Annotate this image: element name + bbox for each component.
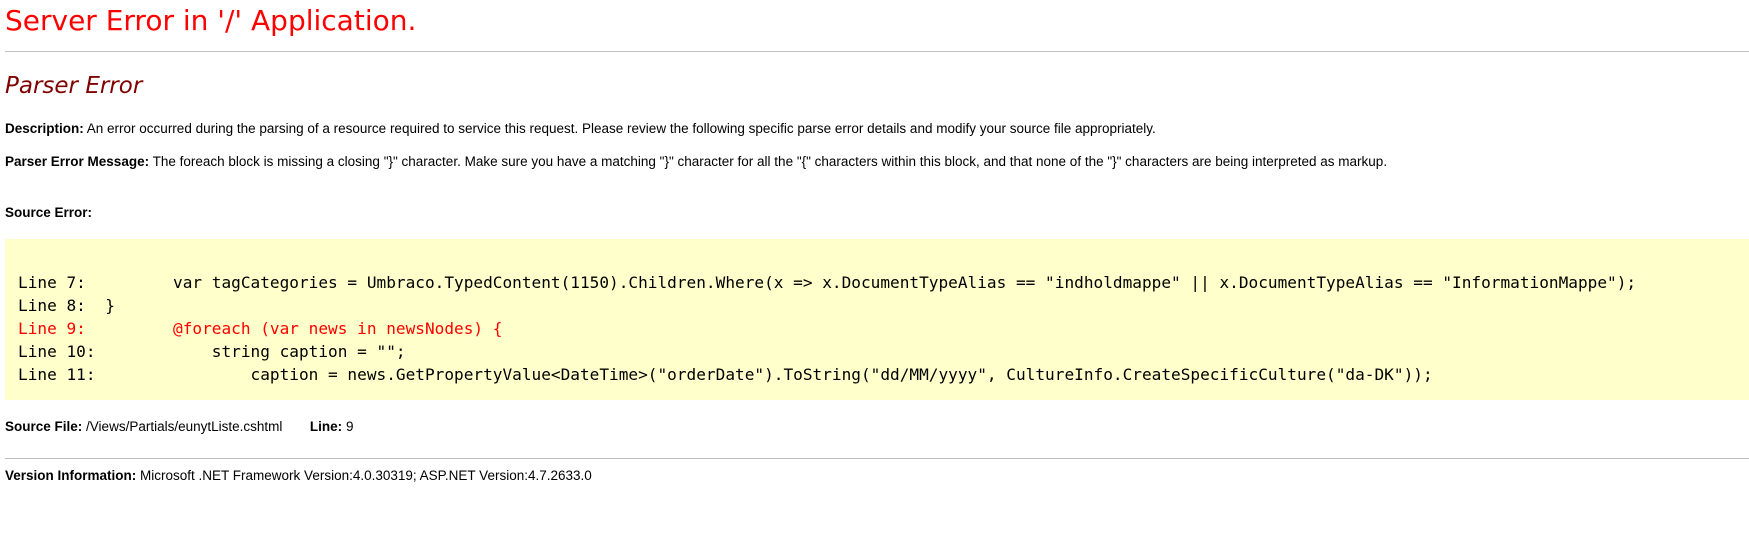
line-number: 9 [345,419,354,434]
divider [5,51,1749,52]
parser-error-label: Parser Error Message: [5,154,150,169]
error-subtitle: Parser Error [5,73,143,99]
parser-error-message: Parser Error Message: The foreach block … [5,154,1387,169]
parser-error-text: The foreach block is missing a closing "… [152,154,1388,169]
version-text: Microsoft .NET Framework Version:4.0.303… [140,468,592,483]
code-line: Line 7: var tagCategories = Umbraco.Type… [18,273,1637,292]
code-line: Line 11: caption = news.GetPropertyValue… [18,365,1433,384]
source-file-info: Source File: /Views/Partials/eunytListe.… [5,419,353,434]
line-label: Line: [309,419,343,434]
version-label: Version Information: [5,468,137,483]
description: Description: An error occurred during th… [5,121,1156,136]
error-page: Server Error in '/' Application. Parser … [0,0,1749,542]
divider [5,458,1749,459]
code-line-error: Line 9: @foreach (var news in newsNodes)… [18,319,503,338]
source-error-heading: Source Error: [5,205,92,220]
source-file-path: /Views/Partials/eunytListe.cshtml [86,419,283,434]
page-title: Server Error in '/' Application. [5,4,417,37]
code-line: Line 8: } [18,296,115,315]
description-label: Description: [5,121,84,136]
source-code-block: Line 7: var tagCategories = Umbraco.Type… [5,239,1749,400]
version-information: Version Information: Microsoft .NET Fram… [5,468,592,483]
source-file-label: Source File: [5,419,83,434]
code-line: Line 10: string caption = ""; [18,342,406,361]
source-error-label: Source Error: [5,205,93,220]
description-text: An error occurred during the parsing of … [86,121,1156,136]
